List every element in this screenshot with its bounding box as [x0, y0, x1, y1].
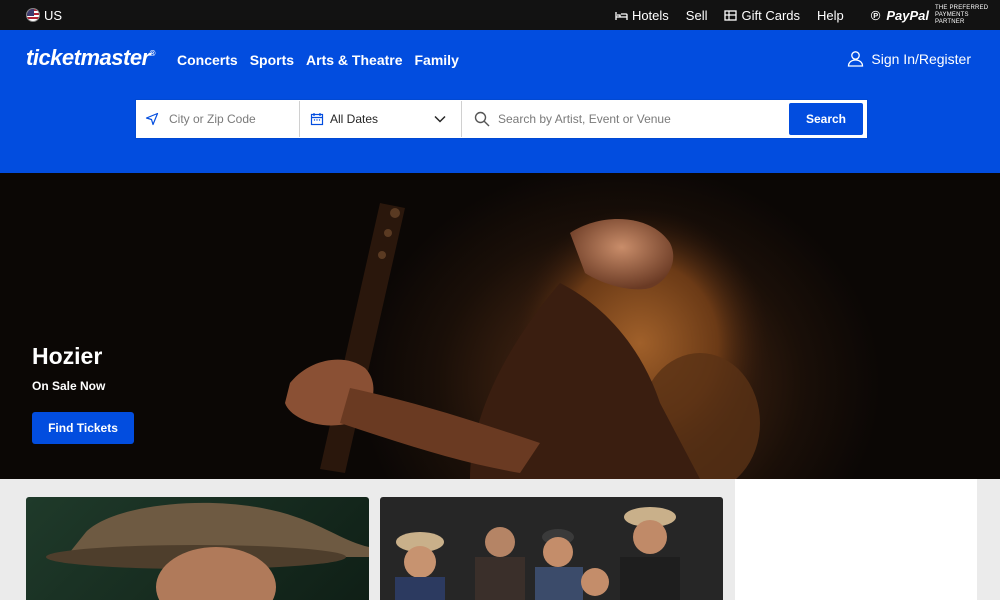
- utility-bar: US Hotels Sell Gift Cards Help ℗ PayPal …: [0, 0, 1000, 30]
- bed-icon: [615, 11, 628, 20]
- keyword-field[interactable]: Search: [462, 101, 866, 137]
- search-button[interactable]: Search: [789, 103, 863, 135]
- hero-title: Hozier: [32, 343, 103, 369]
- calendar-icon: [310, 113, 324, 126]
- gift-card-icon: [724, 9, 738, 21]
- nav-family[interactable]: Family: [415, 52, 459, 68]
- gift-cards-link[interactable]: Gift Cards: [724, 8, 800, 23]
- event-card[interactable]: [380, 497, 723, 600]
- location-field[interactable]: [137, 101, 300, 137]
- search-bar: All Dates Search: [136, 100, 867, 138]
- event-card-image: [395, 507, 680, 600]
- sign-in-link[interactable]: Sign In/Register: [847, 50, 971, 67]
- hero-banner[interactable]: Hozier On Sale Now Find Tickets: [0, 173, 1000, 479]
- nav-sports[interactable]: Sports: [250, 52, 294, 68]
- paypal-badge: ℗ PayPal The Preferred Payments Partner: [871, 5, 993, 26]
- sell-link[interactable]: Sell: [686, 8, 708, 23]
- hero-subtitle: On Sale Now: [32, 379, 106, 393]
- paypal-tagline: The Preferred Payments Partner: [935, 4, 989, 25]
- date-select-label: All Dates: [330, 112, 379, 126]
- search-icon: [474, 111, 490, 127]
- chevron-down-icon: [434, 115, 446, 123]
- nav-concerts[interactable]: Concerts: [177, 52, 238, 68]
- nav-arts-theatre[interactable]: Arts & Theatre: [306, 52, 402, 68]
- location-arrow-icon: [145, 112, 159, 126]
- paypal-wordmark: PayPal: [886, 7, 929, 23]
- ticketmaster-logo[interactable]: ticketmaster®: [26, 45, 156, 71]
- featured-cards: [0, 479, 1000, 600]
- us-flag-icon: [26, 8, 40, 22]
- event-card[interactable]: [26, 497, 369, 600]
- paypal-logo-icon: ℗: [870, 7, 881, 23]
- main-nav: Concerts Sports Arts & Theatre Family: [177, 52, 459, 68]
- event-card-image: [46, 502, 369, 600]
- user-icon: [848, 51, 864, 67]
- site-header: ticketmaster® Concerts Sports Arts & The…: [0, 30, 1000, 173]
- help-link[interactable]: Help: [817, 8, 844, 23]
- find-tickets-button[interactable]: Find Tickets: [32, 412, 134, 444]
- region-label: US: [44, 7, 63, 23]
- ad-panel: [735, 479, 977, 600]
- sign-in-label: Sign In/Register: [871, 50, 971, 67]
- keyword-input[interactable]: [498, 112, 778, 126]
- hotels-link[interactable]: Hotels: [615, 8, 669, 23]
- location-input[interactable]: [169, 112, 289, 126]
- date-select[interactable]: All Dates: [300, 101, 462, 137]
- hero-artist-image: [285, 203, 770, 479]
- region-selector[interactable]: US: [26, 0, 62, 30]
